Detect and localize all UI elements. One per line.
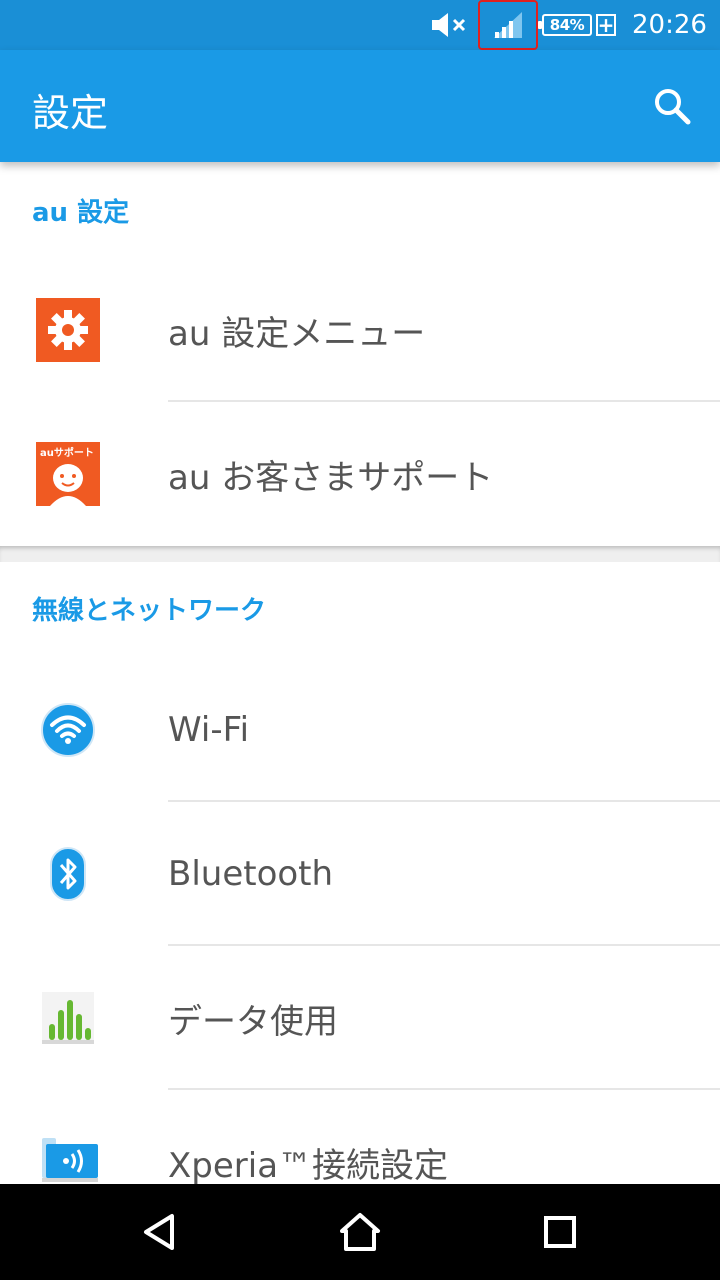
search-button[interactable]	[648, 82, 696, 130]
volume-mute-icon	[428, 0, 472, 50]
list-item-au-settings-menu[interactable]: au 設定メニュー	[0, 258, 720, 402]
recents-icon	[544, 1216, 576, 1248]
navigation-bar	[0, 1184, 720, 1280]
settings-screen: 84% + 20:26 設定 au 設定 au 設定メニュー auサポート au…	[0, 0, 720, 1280]
recents-button[interactable]	[536, 1208, 584, 1256]
list-item-label: au お客さまサポート	[168, 457, 494, 498]
list-item-label: Wi-Fi	[168, 710, 250, 750]
clock: 20:26	[632, 10, 707, 40]
signal-icon	[478, 0, 538, 50]
status-bar: 84% + 20:26	[0, 0, 720, 50]
list-item-label: データ使用	[168, 1001, 338, 1042]
au-support-icon-text: auサポート	[40, 446, 94, 459]
section-header-au-settings: au 設定	[32, 198, 130, 228]
page-title: 設定	[32, 91, 109, 135]
list-item-label: au 設定メニュー	[168, 313, 426, 354]
back-button[interactable]	[136, 1208, 184, 1256]
list-item-data-usage[interactable]: データ使用	[0, 946, 720, 1090]
section-divider	[0, 546, 720, 562]
data-usage-icon	[36, 986, 100, 1050]
battery-icon: 84% +	[538, 0, 620, 50]
home-button[interactable]	[336, 1208, 384, 1256]
wifi-icon	[36, 698, 100, 762]
back-icon	[144, 1214, 174, 1250]
section-header-wireless-network: 無線とネットワーク	[32, 596, 267, 626]
list-item-au-support[interactable]: auサポート au お客さまサポート	[0, 402, 720, 546]
battery-percent: 84%	[538, 14, 592, 36]
home-icon	[340, 1213, 380, 1251]
charging-plus: +	[596, 13, 616, 37]
list-item-label: Bluetooth	[168, 854, 334, 894]
gear-icon	[36, 298, 100, 362]
bluetooth-icon	[36, 842, 100, 906]
list-item-bluetooth[interactable]: Bluetooth	[0, 802, 720, 946]
list-item-wifi[interactable]: Wi-Fi	[0, 658, 720, 802]
app-bar: 設定	[0, 50, 720, 162]
search-icon	[655, 89, 691, 125]
au-support-icon: auサポート	[36, 442, 100, 506]
